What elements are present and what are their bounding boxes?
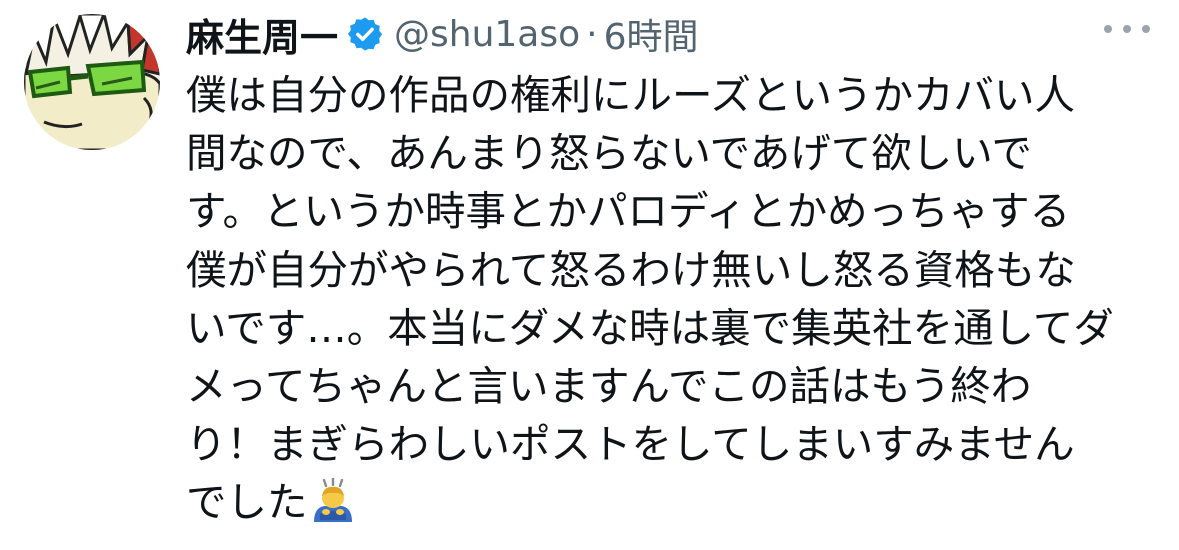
more-dot	[1104, 25, 1112, 33]
more-options-icon[interactable]	[1104, 14, 1150, 44]
tweet-header: 麻生周一 @shu1aso · 6時間	[186, 6, 699, 62]
avatar-illustration	[24, 14, 160, 150]
tweet-text-line: す。というか時事とかパロディとかめっちゃする	[186, 187, 1071, 236]
tweet-text: 僕は自分の作品の権利にルーズというかカバい人 間なので、あんまり怒らないであげて…	[186, 66, 1146, 532]
tweet: 麻生周一 @shu1aso · 6時間 僕は自分の作品の権利にルーズというかカバ…	[0, 0, 1179, 550]
tweet-text-line: り！まぎらわしいポストをしてしまいすみません	[186, 420, 1075, 469]
more-dot	[1123, 25, 1131, 33]
tweet-text-line: 僕は自分の作品の権利にルーズというかカバい人	[186, 71, 1075, 119]
tweet-text-line: 僕が自分がやられて怒るわけ無いし怒る資格もな	[186, 245, 1076, 294]
person-bowing-emoji-icon	[310, 477, 356, 524]
tweet-text-line: 間なので、あんまり怒らないであげて欲しいで	[186, 129, 1033, 178]
user-handle[interactable]: @shu1aso	[394, 14, 580, 55]
tweet-text-line: でした	[186, 478, 308, 527]
display-name[interactable]: 麻生周一	[186, 7, 338, 62]
more-dot	[1142, 25, 1150, 33]
tweet-text-line: いです…。本当にダメな時は裏で集英社を通してダ	[186, 303, 1114, 352]
timestamp[interactable]: 6時間	[604, 8, 699, 60]
tweet-text-last-line: でした	[186, 473, 1146, 531]
verified-badge-icon	[346, 15, 384, 53]
tweet-text-line: メってちゃんと言いますんでこの話はもう終わ	[186, 361, 1032, 410]
separator-dot: ·	[586, 13, 598, 55]
avatar[interactable]	[24, 14, 160, 150]
